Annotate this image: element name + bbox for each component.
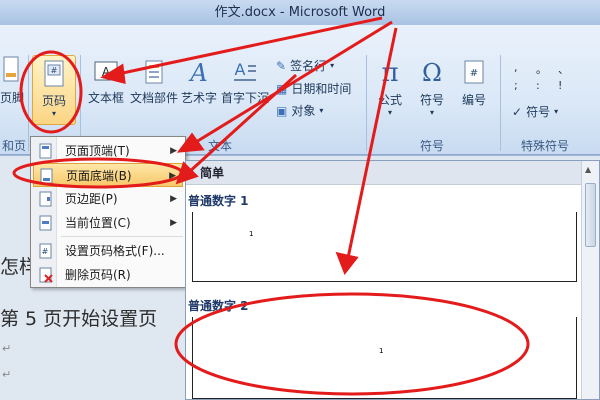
gallery-item-plain-number-1[interactable]: 1 <box>192 212 577 282</box>
number-icon: # <box>464 60 484 84</box>
special-symbols-grid[interactable]: , 。 、 ; : ! <box>512 61 582 101</box>
menu-item-top-of-page[interactable]: 页面顶端(T) ▶ <box>33 139 183 163</box>
omega-icon: Ω <box>422 59 442 87</box>
menu-separator <box>61 236 183 237</box>
dropdown-arrow-icon: ▾ <box>51 109 56 118</box>
svg-text:π: π <box>381 58 398 87</box>
submenu-arrow-icon: ▶ <box>170 146 177 156</box>
calendar-icon: ▦ <box>276 81 288 96</box>
dropdown-arrow-icon: ▾ <box>330 61 335 70</box>
page-top-icon <box>39 143 52 159</box>
equation-button[interactable]: π 公式 ▾ <box>370 57 410 117</box>
page-bottom-gallery: 简单 普通数字 1 1 普通数字 2 1 ▲ <box>185 160 600 400</box>
object-button[interactable]: ▣ 对象 ▾ <box>276 102 323 119</box>
pi-icon: π <box>381 58 398 87</box>
preview-page-number: 1 <box>379 347 384 355</box>
special-symbol-button[interactable]: ✓ 符号 ▾ <box>512 103 558 120</box>
submenu-arrow-icon: ▶ <box>170 194 177 204</box>
special-symbols-group-label: 特殊符号 <box>520 139 569 153</box>
submenu-arrow-icon: ▶ <box>169 171 176 181</box>
symbols-group-label: 符号 <box>419 139 444 153</box>
svg-text:#: # <box>42 247 49 256</box>
text-group-label: 文本 <box>207 139 232 153</box>
numbering-button[interactable]: # 编号 <box>456 57 492 108</box>
window-title: 作文.docx - Microsoft Word <box>214 5 386 20</box>
svg-text:A: A <box>235 60 246 79</box>
page-margin-icon <box>39 191 52 207</box>
wordart-icon: A <box>188 59 207 85</box>
svg-text:#: # <box>51 66 58 75</box>
drop-cap-icon: A <box>234 60 256 81</box>
separator <box>500 55 501 151</box>
drop-cap-button[interactable]: A 首字下沉 <box>220 59 270 106</box>
gallery-scrollbar[interactable]: ▲ <box>581 161 599 399</box>
gallery-header: 简单 <box>186 161 581 185</box>
object-icon: ▣ <box>276 103 288 118</box>
symbol-button[interactable]: Ω 符号 ▾ <box>412 57 452 117</box>
wordart-button[interactable]: A 艺术字 <box>180 59 218 106</box>
separator <box>28 55 29 151</box>
preview-page-number: 1 <box>249 230 254 238</box>
svg-text:Ω: Ω <box>422 59 442 87</box>
current-position-icon <box>39 215 52 231</box>
dropdown-arrow-icon: ▾ <box>554 107 559 116</box>
svg-text:A: A <box>102 65 111 79</box>
date-time-button[interactable]: ▦ 日期和时间 <box>276 80 351 97</box>
format-icon: # <box>39 243 52 259</box>
title-bar: 作文.docx - Microsoft Word <box>0 0 600 25</box>
page-number-icon: # <box>44 60 64 87</box>
footer-icon <box>3 56 19 82</box>
scroll-thumb[interactable] <box>585 183 596 247</box>
signature-icon: ✎ <box>276 58 287 73</box>
menu-item-current-position[interactable]: 当前位置(C) ▶ <box>33 211 183 235</box>
remove-icon <box>39 267 53 283</box>
paragraph-mark: ↵ <box>2 342 12 355</box>
dropdown-arrow-icon: ▾ <box>319 106 324 115</box>
signature-line-button[interactable]: ✎ 签名行 ▾ <box>276 57 334 74</box>
submenu-arrow-icon: ▶ <box>170 218 177 228</box>
dropdown-arrow-icon: ▾ <box>387 108 392 117</box>
textbox-button[interactable]: A 文本框 <box>84 59 128 106</box>
gallery-item-plain-number-2[interactable]: 1 <box>192 317 577 399</box>
menu-item-bottom-of-page[interactable]: 页面底端(B) ▶ <box>33 163 183 187</box>
scroll-up-icon[interactable]: ▲ <box>585 165 591 174</box>
svg-text:A: A <box>188 59 207 85</box>
menu-item-format-page-numbers[interactable]: # 设置页码格式(F)... <box>33 239 183 263</box>
textbox-icon: A <box>94 61 118 81</box>
gallery-item-caption: 普通数字 1 <box>188 194 249 208</box>
quick-parts-button[interactable]: 文档部件 <box>130 59 178 106</box>
page-number-button[interactable]: # 页码 ▾ <box>32 55 76 125</box>
menu-item-remove-page-numbers[interactable]: 删除页码(R) <box>33 263 183 287</box>
header-footer-group-label: 和页 <box>1 139 26 153</box>
svg-text:#: # <box>470 68 478 79</box>
page-number-menu: 页面顶端(T) ▶ 页面底端(B) ▶ 页边距(P) ▶ 当前位置(C) ▶ #… <box>30 136 186 288</box>
document-line-2: 第 5 页开始设置页 <box>0 308 158 330</box>
paragraph-mark: ↵ <box>2 368 12 381</box>
checkmark-icon: ✓ <box>512 104 523 119</box>
footer-button[interactable]: 页脚 <box>0 55 24 106</box>
quick-parts-icon <box>145 60 163 84</box>
menu-item-page-margins[interactable]: 页边距(P) ▶ <box>33 187 183 211</box>
separator <box>366 55 367 151</box>
page-bottom-icon <box>40 168 53 184</box>
dropdown-arrow-icon: ▾ <box>429 108 434 117</box>
gallery-item-caption: 普通数字 2 <box>188 299 249 313</box>
